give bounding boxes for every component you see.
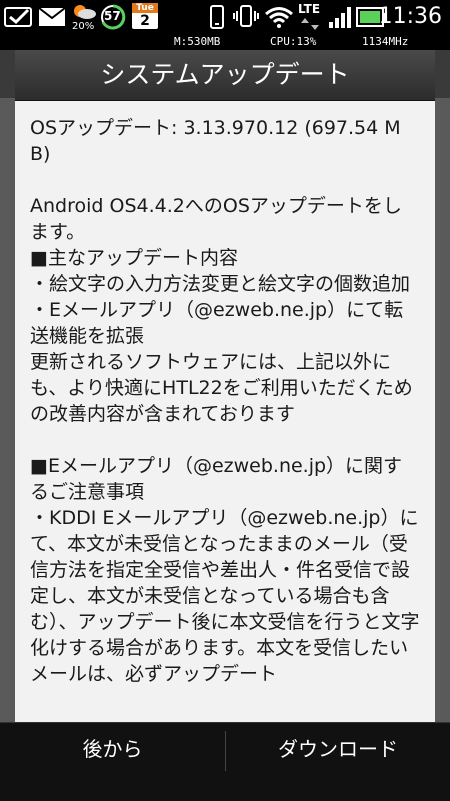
calendar-day: Tue (132, 3, 158, 13)
weather-temp: 20% (72, 21, 95, 32)
dialog-title: システムアップデート (15, 50, 435, 101)
network-type: LTE (298, 2, 321, 16)
phone-vibrate-icon (206, 5, 228, 29)
download-button[interactable]: ダウンロード (226, 723, 450, 801)
system-info-bar: M:530MB CPU:13% 1134MHz (0, 34, 450, 50)
cpu-usage: CPU:13% (270, 35, 317, 48)
update-version-text: OSアップデート: 3.13.970.12 (697.54 MB) (30, 117, 401, 165)
mail-icon (38, 7, 66, 27)
count-badge: 57 (104, 9, 121, 23)
update-description-text: Android OS4.4.2へのOSアップデートをします。 ■主なアップデート… (30, 195, 413, 425)
weather-icon (70, 2, 98, 22)
dialog-button-bar: 後から ダウンロード (0, 722, 450, 801)
system-update-dialog: システムアップデート OSアップデート: 3.13.970.12 (697.54… (15, 50, 435, 722)
calendar-date: 2 (140, 13, 150, 29)
signal-strength-icon (328, 5, 354, 29)
status-bar: 20% 57 Tue 2 LTE 11:36 (0, 0, 450, 34)
clock: 11:36 (378, 4, 442, 29)
memory-usage: M:530MB (174, 35, 221, 48)
data-transfer-icon (300, 17, 320, 31)
later-button[interactable]: 後から (0, 723, 225, 801)
dialog-body[interactable]: OSアップデート: 3.13.970.12 (697.54 MB) Androi… (15, 101, 435, 722)
email-notice-text: ■Eメールアプリ（@ezweb.ne.jp）に関するご注意事項 ・KDDI Eメ… (30, 455, 420, 685)
cpu-frequency: 1134MHz (362, 35, 409, 48)
vibrate-mode-icon (232, 4, 260, 28)
calendar-icon: Tue 2 (132, 3, 158, 29)
task-check-icon (4, 6, 34, 28)
wifi-icon (264, 5, 294, 29)
